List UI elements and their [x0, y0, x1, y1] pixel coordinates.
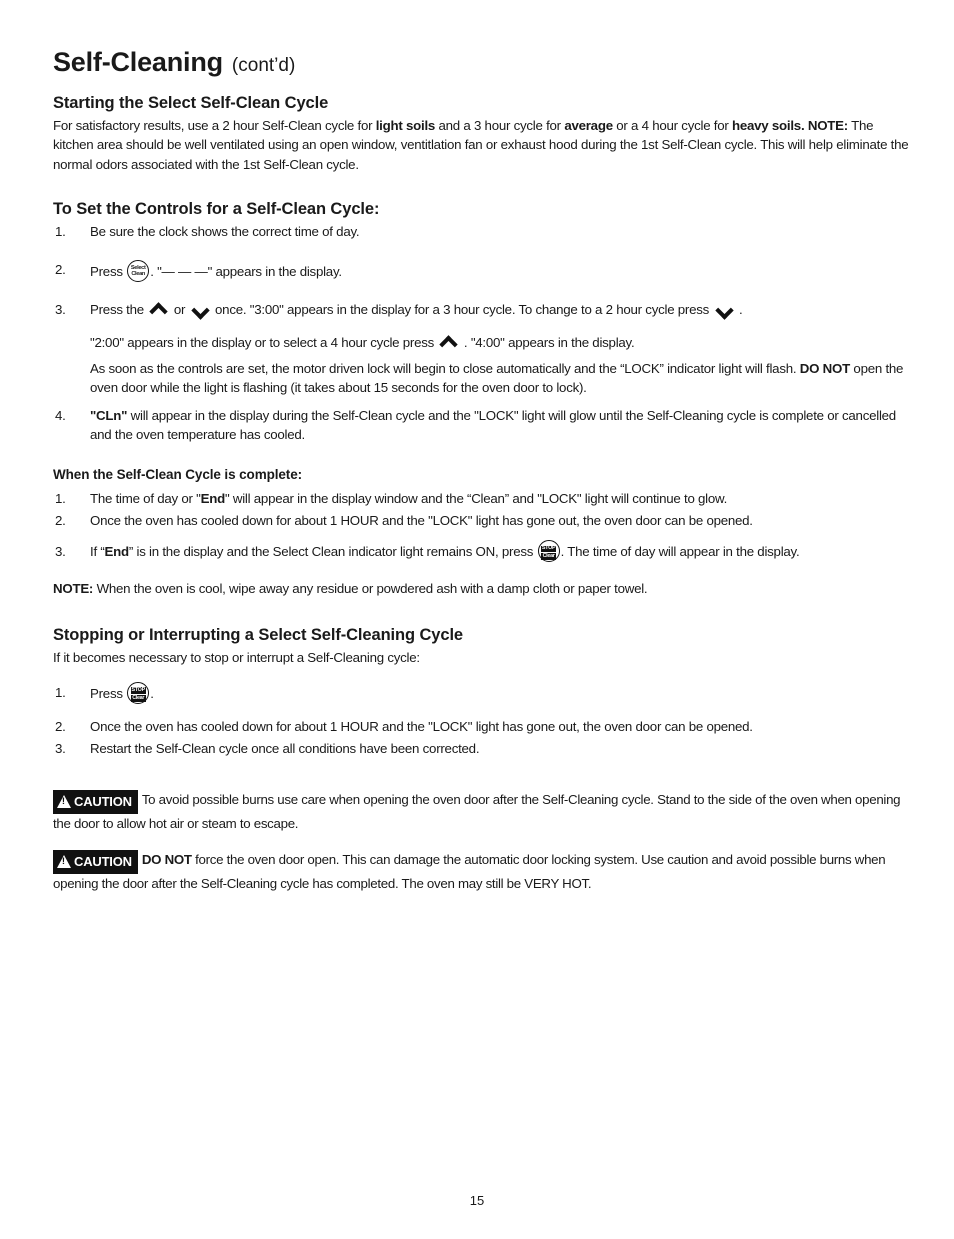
list-item-text: once. "3:00" appears in the display for … [211, 301, 713, 317]
page-number: 15 [469, 1193, 485, 1208]
list-cycle-complete-steps: 1. The time of day or "End" will appear … [53, 489, 910, 565]
list-item-text: Restart the Self-Clean cycle once all co… [90, 740, 480, 756]
manual-page: Self-Cleaning (cont’d) Starting the Sele… [0, 0, 954, 1239]
stop-clear-button-icon: STOP Clear [127, 681, 150, 704]
page-title: Self-Cleaning (cont’d) [53, 47, 910, 78]
page-title-continued: (cont’d) [231, 55, 296, 76]
text-bold-cln: "CLn" [90, 407, 128, 423]
list-item-text: Once the oven has cooled down for about … [90, 512, 753, 528]
stop-clear-icon-line1: STOP [130, 686, 146, 694]
warning-triangle-icon [57, 795, 71, 809]
list-item: 2. Once the oven has cooled down for abo… [53, 511, 910, 531]
caution-block-burns: CAUTIONTo avoid possible burns use care … [53, 790, 910, 834]
heading-starting-select-self-clean-cycle: Starting the Select Self-Clean Cycle [53, 93, 329, 112]
text-frag: . "4:00" appears in the display. [460, 335, 635, 351]
text-frag: and a 3 hour cycle for [435, 117, 565, 133]
list-item-text: or [170, 301, 189, 317]
text-frag: For satisfactory results, use a 2 hour S… [53, 117, 376, 133]
paragraph-stopping-intro: If it becomes necessary to stop or inter… [53, 650, 420, 666]
chevron-down-icon [716, 304, 733, 315]
text-frag: "2:00" appears in the display or to sele… [90, 335, 438, 351]
list-item-text: Press the [90, 301, 148, 317]
paragraph-motor-driven-lock: As soon as the controls are set, the mot… [53, 359, 910, 398]
heading-stopping-or-interrupting: Stopping or Interrupting a Select Self-C… [53, 626, 464, 645]
paragraph-note-wipe-residue: NOTE: When the oven is cool, wipe away a… [53, 579, 910, 599]
heading-to-set-the-controls: To Set the Controls for a Self-Clean Cyc… [53, 200, 380, 219]
caution-text-bold-lead: DO NOT [141, 852, 192, 868]
list-item-number: 3. [55, 301, 66, 317]
stop-clear-icon-line2: Clear [130, 694, 146, 702]
list-set-controls-step4: 4. "CLn" will appear in the display duri… [53, 406, 910, 445]
list-item-number: 4. [55, 407, 66, 423]
list-item-text: . [735, 301, 743, 317]
stop-clear-icon-line1: STOP [541, 545, 557, 553]
list-item-number: 1. [55, 684, 66, 700]
list-item-number: 3. [55, 740, 66, 756]
list-item: 2. Press Select Clean. "— — —" appears in… [53, 259, 910, 282]
text-bold-heavy-soils-note: heavy soils. NOTE: [732, 117, 848, 133]
paragraph-two-hour-four-hour: "2:00" appears in the display or to sele… [53, 333, 910, 353]
text-frag: As soon as the controls are set, the mot… [90, 360, 800, 376]
list-item-number: 2. [55, 261, 66, 277]
list-item-text: Press [90, 685, 127, 701]
list-item-text: " will appear in the display window and … [224, 491, 728, 506]
caution-badge-label: CAUTION [74, 794, 132, 810]
text-bold-do-not: DO NOT [799, 360, 850, 376]
page-title-main: Self-Cleaning [53, 47, 223, 77]
text-bold-end: End [104, 544, 130, 560]
text-bold-note-label: NOTE: [53, 580, 94, 596]
list-item: 2. Once the oven has cooled down for abo… [53, 717, 910, 737]
stop-clear-icon-line2: Clear [541, 553, 557, 561]
text-bold-average: average [564, 117, 613, 133]
list-stopping-steps: 1. Press STOP Clear. 2. Once the oven has… [53, 681, 910, 759]
text-frag: or a 4 hour cycle for [612, 117, 732, 133]
list-item-text: Press [90, 263, 127, 279]
select-clean-button-icon: Select Clean [127, 259, 150, 282]
text-bold-end: End [200, 491, 226, 506]
list-item: 3. If “End” is in the display and the Se… [53, 540, 910, 565]
list-item-text: will appear in the display during the Se… [90, 407, 896, 443]
list-item-text: . The time of day will appear in the dis… [560, 544, 800, 560]
paragraph-starting-intro: For satisfactory results, use a 2 hour S… [53, 116, 910, 175]
text-bold-light-soils: light soils [375, 117, 436, 133]
list-item-number: 2. [55, 512, 66, 528]
list-item-number: 2. [55, 719, 66, 735]
list-item-number: 1. [55, 224, 66, 240]
list-item: 3. Press the or once. "3:00" appears in … [53, 300, 910, 320]
chevron-down-icon [192, 304, 209, 315]
list-item-text: . "— — —" appears in the display. [150, 263, 342, 279]
text-frag: When the oven is cool, wipe away any res… [93, 580, 648, 596]
list-item-number: 1. [55, 491, 66, 506]
caution-badge: CAUTION [53, 850, 138, 875]
list-set-controls-steps: 1. Be sure the clock shows the correct t… [53, 222, 910, 319]
chevron-up-icon [440, 337, 457, 348]
list-item-text: . [150, 685, 154, 701]
list-item-text: ” is in the display and the Select Clean… [128, 544, 537, 560]
heading-when-cycle-complete: When the Self-Clean Cycle is complete: [53, 467, 303, 482]
caution-block-do-not-force: CAUTIONDO NOT force the oven door open. … [53, 850, 910, 894]
warning-triangle-icon [57, 855, 71, 869]
list-item: 1. Press STOP Clear. [53, 681, 910, 706]
list-item: 3. Restart the Self-Clean cycle once all… [53, 739, 910, 759]
caution-badge: CAUTION [53, 790, 138, 815]
list-item-text: The time of day or " [90, 491, 201, 506]
chevron-up-icon [150, 304, 167, 315]
list-item: 1. Be sure the clock shows the correct t… [53, 222, 910, 242]
list-item-text: If “ [90, 544, 105, 560]
caution-text: To avoid possible burns use care when op… [53, 792, 901, 832]
select-clean-icon-line2: Clean [131, 271, 146, 278]
list-item: 1. The time of day or "End" will appear … [53, 489, 910, 509]
list-item-text: Be sure the clock shows the correct time… [90, 224, 360, 240]
list-item-number: 3. [55, 544, 66, 560]
caution-badge-label: CAUTION [74, 854, 132, 870]
list-item-text: Once the oven has cooled down for about … [90, 719, 753, 735]
stop-clear-button-icon: STOP Clear [537, 540, 560, 563]
list-item: 4. "CLn" will appear in the display duri… [53, 406, 910, 445]
